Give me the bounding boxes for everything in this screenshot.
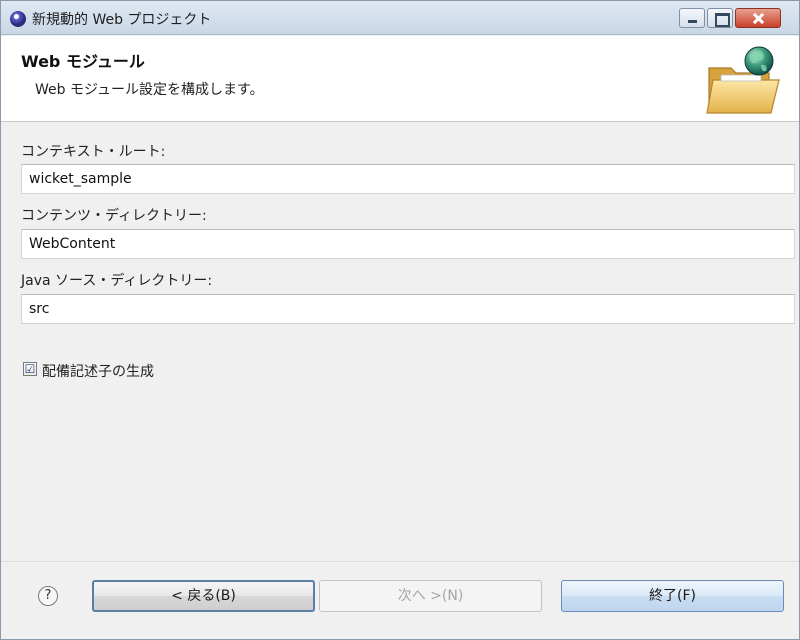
eclipse-app-icon: [10, 11, 26, 27]
folder-globe-icon: [706, 46, 780, 114]
maximize-icon[interactable]: [707, 8, 733, 28]
help-icon[interactable]: ?: [38, 586, 58, 606]
wizard-banner: Web モジュール Web モジュール設定を構成します。: [1, 36, 799, 122]
window-title: 新規動的 Web プロジェクト: [32, 12, 212, 28]
checkmark-icon: ☑: [24, 362, 36, 376]
page-title: Web モジュール: [21, 52, 145, 71]
finish-button[interactable]: 終了(F): [561, 580, 784, 612]
java-source-directory-input[interactable]: src: [21, 294, 795, 324]
java-source-directory-label: Java ソース・ディレクトリー:: [21, 273, 213, 289]
page-description: Web モジュール設定を構成します。: [35, 82, 264, 98]
minimize-icon[interactable]: [679, 8, 705, 28]
button-bar-separator: [1, 561, 799, 562]
generate-descriptor-checkbox[interactable]: ☑: [23, 362, 37, 376]
title-bar: 新規動的 Web プロジェクト: [1, 1, 799, 35]
context-root-label: コンテキスト・ルート:: [21, 144, 166, 160]
generate-descriptor-label[interactable]: 配備記述子の生成: [42, 361, 154, 381]
context-root-input[interactable]: wicket_sample: [21, 164, 795, 194]
dialog-window: 新規動的 Web プロジェクト Web モジュール Web モジュール設定を構成…: [0, 0, 800, 640]
back-button[interactable]: < 戻る(B): [92, 580, 315, 612]
content-directory-label: コンテンツ・ディレクトリー:: [21, 208, 207, 224]
content-directory-input[interactable]: WebContent: [21, 229, 795, 259]
next-button[interactable]: 次へ >(N): [319, 580, 542, 612]
close-icon[interactable]: [735, 8, 781, 28]
